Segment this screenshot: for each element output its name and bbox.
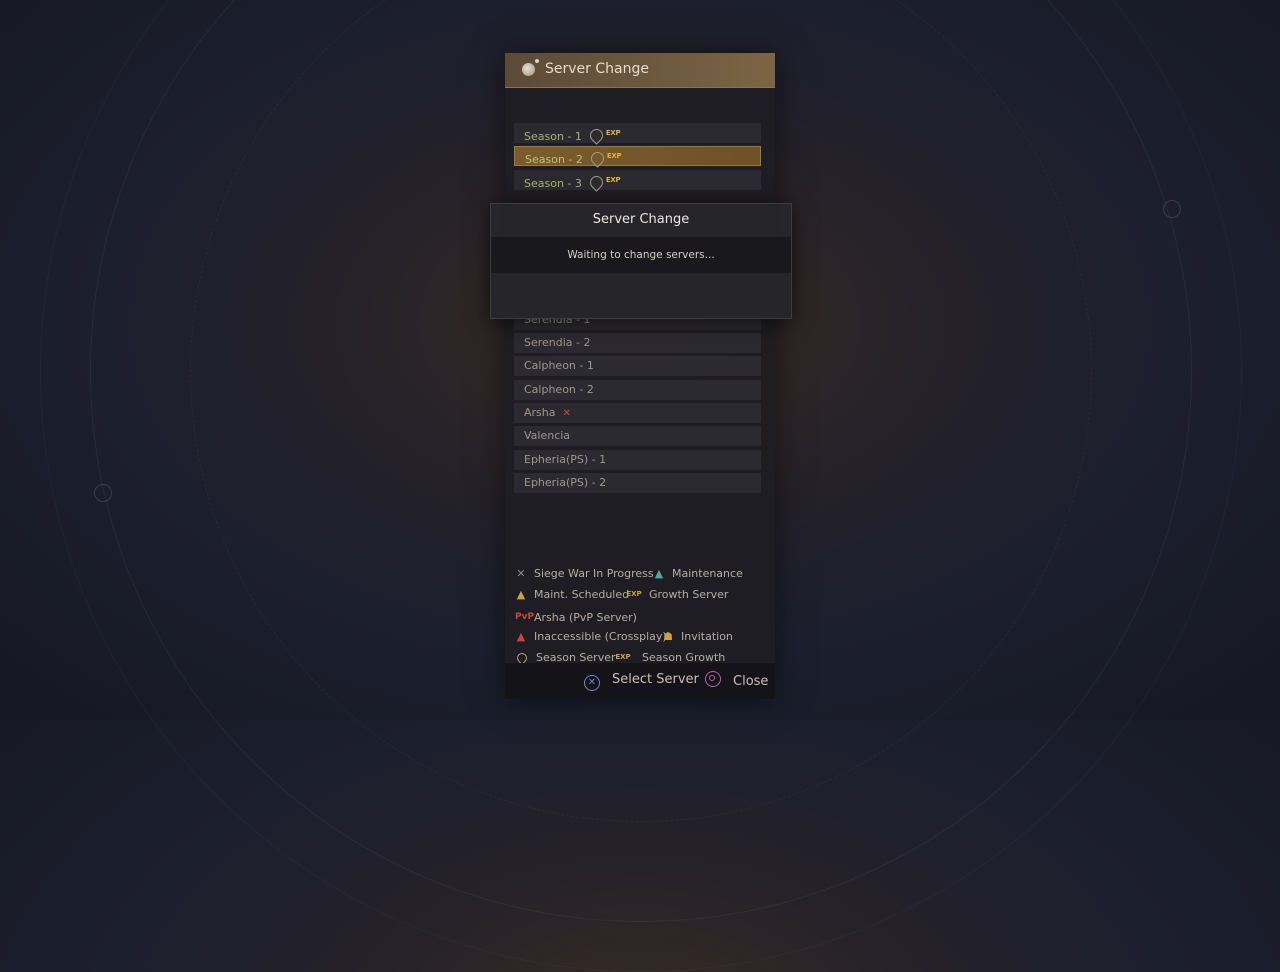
scheduled-warning-icon: ▲ <box>516 588 526 601</box>
server-name: Calpheon - 2 <box>524 382 594 396</box>
select-server-label: Select Server <box>612 672 699 687</box>
background-ornament <box>1163 200 1181 218</box>
legend-inaccessible: ▲ Inaccessible (Crossplay) <box>515 626 667 647</box>
server-name: Season - 1 <box>524 130 582 143</box>
server-name: Arsha <box>524 406 556 420</box>
select-server-button[interactable]: ✕ Select Server <box>584 671 699 691</box>
server-item-epheria-2[interactable]: Epheria(PS) - 2 <box>514 472 761 493</box>
server-item-arsha[interactable]: Arsha ✕ <box>514 403 761 424</box>
maintenance-warning-icon: ▲ <box>654 567 664 580</box>
legend-maint-scheduled: ▲ Maint. Scheduled <box>515 584 629 605</box>
server-legend: ✕ Siege War In Progress ▲ Maintenance ▲ Mai… <box>514 563 775 668</box>
footer-bar: ✕ Select Server Close <box>505 663 775 699</box>
close-button[interactable]: Close <box>705 671 768 691</box>
dialog-message: Waiting to change servers... <box>491 237 791 273</box>
legend-label: Siege War In Progress <box>534 567 654 580</box>
season-icon <box>587 172 606 192</box>
crossed-swords-icon: ✕ <box>516 567 526 580</box>
server-item-calpheon-1[interactable]: Calpheon - 1 <box>514 356 761 377</box>
legend-row: ▲ Inaccessible (Crossplay) ☗ Invitation <box>515 626 775 647</box>
server-icon <box>522 59 539 76</box>
inaccessible-warning-icon: ▲ <box>516 630 526 643</box>
server-item-epheria-1[interactable]: Epheria(PS) - 1 <box>514 449 761 470</box>
server-item-valencia[interactable]: Valencia <box>514 426 761 447</box>
legend-growth-server: EXP Growth Server <box>626 584 728 605</box>
season-icon <box>587 126 606 145</box>
legend-siege: ✕ Siege War In Progress <box>515 563 654 584</box>
server-name: Season - 2 <box>525 153 583 167</box>
legend-label: Arsha (PvP Server) <box>534 611 637 624</box>
server-item-season-1[interactable]: Season - 1 EXP <box>514 123 761 145</box>
server-name: Valencia <box>524 429 571 443</box>
legend-arsha: PvP Arsha (PvP Server) <box>515 607 637 628</box>
legend-label: Maintenance <box>672 567 743 580</box>
legend-label: Growth Server <box>649 588 729 601</box>
season-growth-icon: EXP <box>605 129 621 137</box>
legend-maintenance: ▲ Maintenance <box>653 563 743 584</box>
legend-label: Maint. Scheduled <box>534 588 630 601</box>
server-name: Epheria(PS) - 1 <box>524 452 607 466</box>
circle-button-icon <box>705 671 721 687</box>
legend-row: ▲ Maint. Scheduled EXP Growth Server <box>515 584 775 605</box>
legend-row: ✕ Siege War In Progress ▲ Maintenance <box>515 563 775 584</box>
server-item-season-2[interactable]: Season - 2 EXP <box>514 146 761 168</box>
server-item-calpheon-2[interactable]: Calpheon - 2 <box>514 379 761 400</box>
panel-header: Server Change <box>505 53 775 88</box>
background-ornament <box>94 484 112 502</box>
growth-exp-icon: EXP <box>626 590 642 598</box>
server-name: Epheria(PS) - 2 <box>524 475 607 489</box>
season-icon <box>588 149 607 168</box>
server-item-serendia-2[interactable]: Serendia - 2 <box>514 333 761 354</box>
invitation-icon: ☗ <box>663 630 673 643</box>
season-growth-icon: EXP <box>605 175 621 184</box>
legend-label: Inaccessible (Crossplay) <box>534 630 667 643</box>
server-name: Calpheon - 1 <box>524 359 594 373</box>
cross-button-icon: ✕ <box>584 675 600 691</box>
dialog-title: Server Change <box>592 212 690 227</box>
server-name: Serendia - 2 <box>524 336 591 350</box>
server-item-season-3[interactable]: Season - 3 EXP <box>514 169 761 192</box>
legend-label: Invitation <box>681 630 733 643</box>
legend-invitation: ☗ Invitation <box>662 626 733 647</box>
close-label: Close <box>733 674 769 689</box>
pvp-icon: ✕ <box>562 408 571 420</box>
panel-title: Server Change <box>545 61 649 77</box>
season-growth-icon: EXP <box>606 152 622 161</box>
server-name: Season - 3 <box>524 176 582 190</box>
legend-row: PvP Arsha (PvP Server) <box>515 605 775 626</box>
server-change-dialog: Server Change Waiting to change servers.… <box>490 203 792 319</box>
pvp-icon: PvP <box>515 612 535 622</box>
